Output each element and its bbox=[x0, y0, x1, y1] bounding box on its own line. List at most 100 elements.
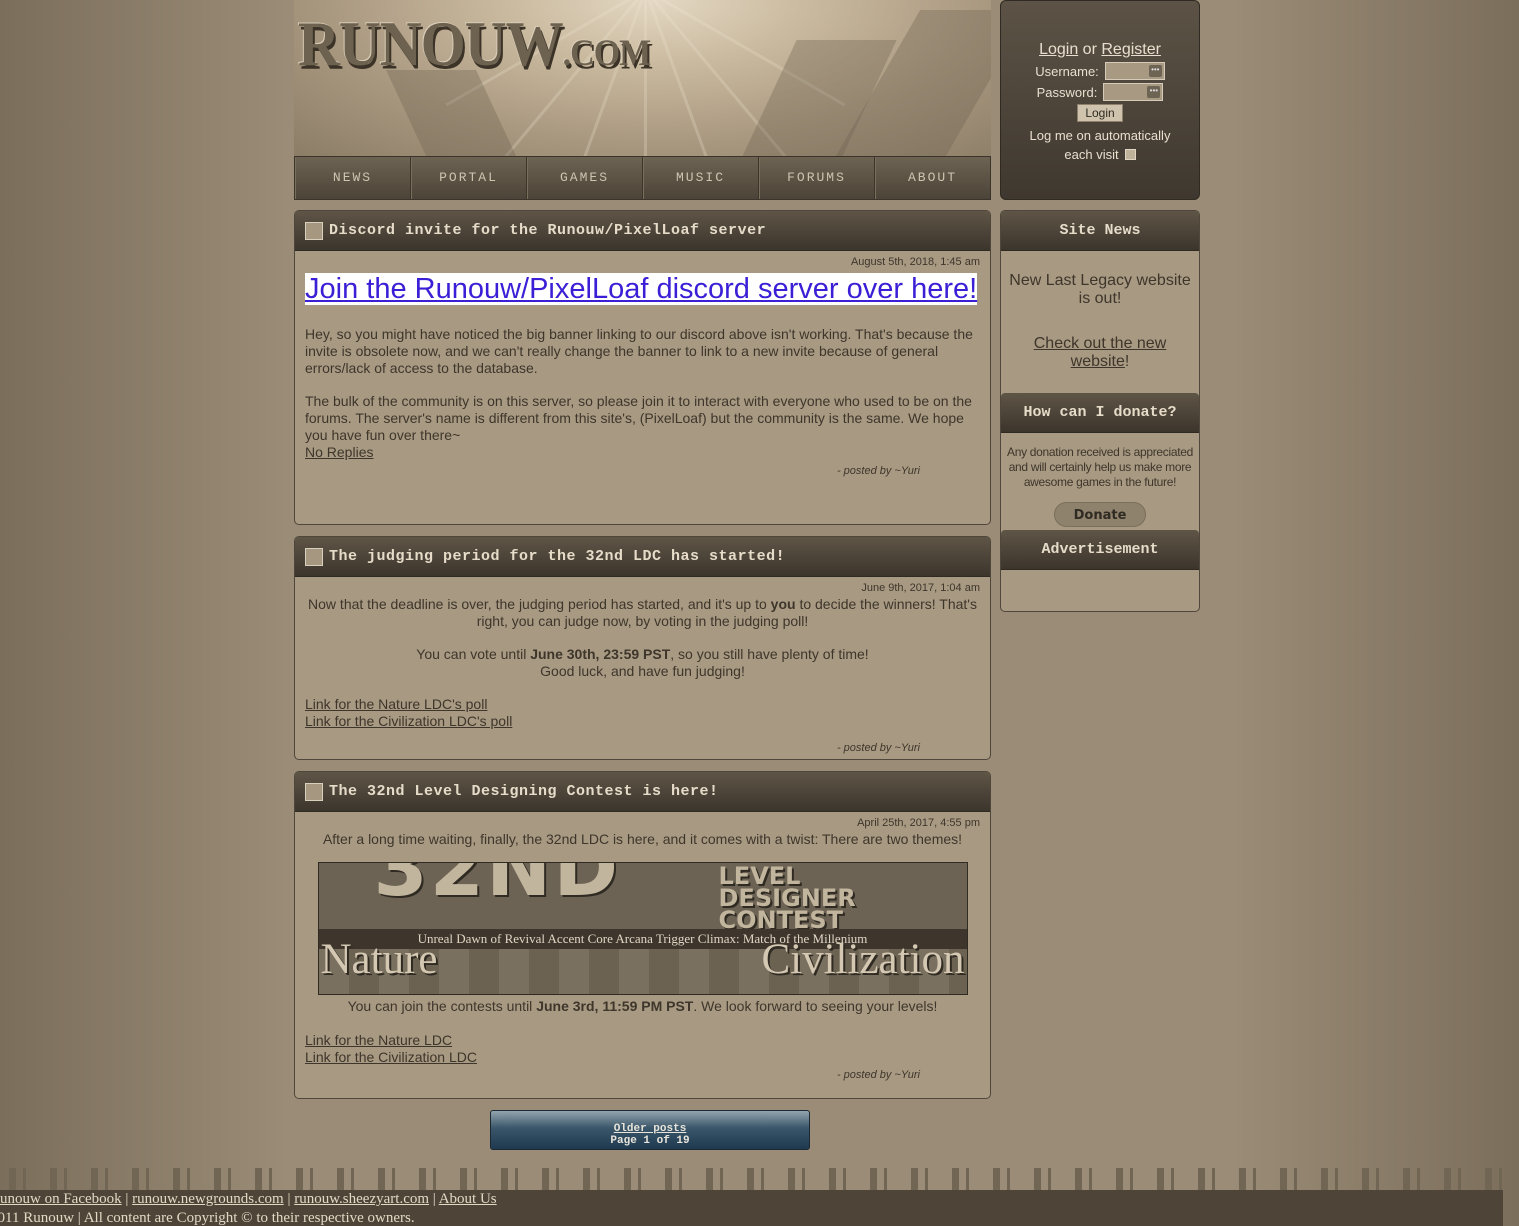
login-link[interactable]: Login bbox=[1039, 41, 1078, 58]
nav-news[interactable]: NEWS bbox=[295, 157, 411, 199]
login-button[interactable]: Login bbox=[1077, 104, 1123, 122]
banner-word: CONTEST bbox=[718, 906, 844, 934]
post-checkbox-icon bbox=[305, 547, 323, 566]
donate-header: How can I donate? bbox=[1001, 393, 1199, 433]
nature-ldc-link[interactable]: Link for the Nature LDC bbox=[305, 1032, 452, 1048]
auto-login-row: Log me on automatically each visit bbox=[1001, 126, 1199, 164]
site-logo[interactable]: RUNOUW.COM bbox=[298, 7, 652, 81]
post-paragraph: Hey, so you might have noticed the big b… bbox=[305, 326, 973, 376]
civilization-poll-link[interactable]: Link for the Civilization LDC's poll bbox=[305, 713, 512, 729]
older-posts-button[interactable]: Older posts Page 1 of 19 bbox=[490, 1110, 810, 1150]
post-date: April 25th, 2017, 4:55 pm bbox=[857, 817, 980, 829]
banner-nature-label: Nature bbox=[320, 936, 438, 983]
post-author: - posted by ~Yuri bbox=[836, 465, 920, 477]
post-header: The 32nd Level Designing Contest is here… bbox=[295, 772, 990, 812]
about-us-link[interactable]: About Us bbox=[439, 1191, 497, 1207]
site-news-link-row: Check out the new website! bbox=[1001, 335, 1199, 371]
username-field[interactable]: ••• bbox=[1104, 62, 1165, 80]
news-post: Discord invite for the Runouw/PixelLoaf … bbox=[294, 210, 991, 525]
post-title[interactable]: Discord invite for the Runouw/PixelLoaf … bbox=[329, 222, 766, 239]
post-body: Join the Runouw/PixelLoaf discord server… bbox=[295, 271, 990, 461]
main-nav: NEWS PORTAL GAMES MUSIC FORUMS ABOUT bbox=[294, 156, 991, 200]
login-title-row: Login or Register bbox=[1001, 41, 1199, 59]
banner-civilization-label: Civilization bbox=[761, 936, 965, 983]
separator: | bbox=[432, 1191, 436, 1207]
nav-portal[interactable]: PORTAL bbox=[411, 157, 527, 199]
page-indicator: Page 1 of 19 bbox=[610, 1135, 690, 1147]
donate-text: Any donation received is appreciated and… bbox=[1007, 445, 1193, 489]
post-checkbox-icon bbox=[305, 782, 323, 801]
username-label: Username: bbox=[1035, 63, 1099, 79]
civilization-ldc-link[interactable]: Link for the Civilization LDC bbox=[305, 1049, 477, 1065]
text-segment: You can vote until bbox=[416, 646, 531, 662]
nav-music[interactable]: MUSIC bbox=[643, 157, 759, 199]
post-paragraph: Good luck, and have fun judging! bbox=[540, 663, 745, 679]
nav-about[interactable]: ABOUT bbox=[875, 157, 990, 199]
text-segment: . We look forward to seeing your levels! bbox=[693, 998, 938, 1014]
post-author: - posted by ~Yuri bbox=[836, 1069, 920, 1081]
banner-words: LEVEL DESIGNER CONTEST bbox=[718, 864, 856, 934]
post-paragraph: The bulk of the community is on this ser… bbox=[305, 393, 972, 443]
discord-invite-link[interactable]: Join the Runouw/PixelLoaf discord server… bbox=[305, 273, 978, 305]
sidebar: Site News New Last Legacy website is out… bbox=[1000, 210, 1200, 612]
footer-copyright: 2011 Runouw | All content are Copyright … bbox=[0, 1210, 415, 1226]
text-segment: ! bbox=[1124, 353, 1130, 370]
post-date: August 5th, 2018, 1:45 am bbox=[850, 256, 980, 268]
login-panel: Login or Register Username: ••• Password… bbox=[1000, 0, 1200, 200]
post-paragraph: After a long time waiting, finally, the … bbox=[322, 831, 963, 847]
ldc-banner-image[interactable]: 32ND LEVEL DESIGNER CONTEST Unreal Dawn … bbox=[317, 862, 968, 995]
password-field[interactable]: ••• bbox=[1103, 83, 1164, 101]
text-segment: , so you still have plenty of time! bbox=[670, 646, 869, 662]
auto-login-text-2: each visit bbox=[1064, 147, 1119, 162]
newgrounds-link[interactable]: runouw.newgrounds.com bbox=[132, 1191, 284, 1207]
username-row: Username: ••• bbox=[1001, 62, 1199, 80]
password-label: Password: bbox=[1036, 84, 1098, 100]
register-link[interactable]: Register bbox=[1101, 41, 1161, 58]
post-paragraph: Now that the deadline is over, the judgi… bbox=[305, 596, 980, 630]
key-icon: ••• bbox=[1147, 86, 1161, 98]
nature-poll-link[interactable]: Link for the Nature LDC's poll bbox=[305, 696, 487, 712]
site-news-text: New Last Legacy website is out! bbox=[1009, 272, 1191, 307]
auto-login-checkbox[interactable] bbox=[1124, 149, 1136, 160]
bold-text: you bbox=[770, 596, 796, 612]
separator: | bbox=[125, 1191, 129, 1207]
skyline-decoration bbox=[0, 1158, 1503, 1192]
post-body: After a long time waiting, finally, the … bbox=[295, 831, 990, 1066]
footer-links: Runouw on Facebook | runouw.newgrounds.c… bbox=[0, 1190, 1503, 1209]
bold-text: June 30th, 23:59 PST bbox=[530, 646, 671, 662]
text-segment: Now that the deadline is over, the judgi… bbox=[308, 596, 771, 612]
logo-suffix: .COM bbox=[562, 33, 652, 74]
advertisement-header: Advertisement bbox=[1001, 530, 1199, 570]
replies-link[interactable]: No Replies bbox=[305, 444, 373, 460]
site-news-header: Site News bbox=[1001, 211, 1199, 251]
site-footer: Runouw on Facebook | runouw.newgrounds.c… bbox=[0, 1190, 1503, 1226]
post-paragraph: You can vote until June 30th, 23:59 PST,… bbox=[305, 646, 980, 663]
post-title[interactable]: The judging period for the 32nd LDC has … bbox=[329, 548, 785, 565]
nav-games[interactable]: GAMES bbox=[527, 157, 643, 199]
post-body: Now that the deadline is over, the judgi… bbox=[295, 596, 990, 730]
nav-forums[interactable]: FORUMS bbox=[759, 157, 875, 199]
text-segment: You can join the contests until bbox=[347, 998, 537, 1014]
auto-login-text-1: Log me on automatically bbox=[1029, 128, 1171, 143]
separator: | bbox=[287, 1191, 291, 1207]
news-post: The 32nd Level Designing Contest is here… bbox=[294, 771, 991, 1099]
post-header: Discord invite for the Runouw/PixelLoaf … bbox=[295, 211, 990, 251]
post-header: The judging period for the 32nd LDC has … bbox=[295, 537, 990, 577]
site-header: RUNOUW.COM bbox=[294, 0, 991, 156]
key-icon: ••• bbox=[1148, 65, 1162, 77]
post-title[interactable]: The 32nd Level Designing Contest is here… bbox=[329, 783, 719, 800]
site-news-link[interactable]: Check out the new website bbox=[1034, 335, 1167, 370]
news-post: The judging period for the 32nd LDC has … bbox=[294, 536, 991, 760]
logo-main: RUNOUW bbox=[298, 7, 564, 80]
post-date: June 9th, 2017, 1:04 am bbox=[861, 582, 980, 594]
facebook-link[interactable]: Runouw on Facebook bbox=[0, 1191, 122, 1207]
sheezyart-link[interactable]: runouw.sheezyart.com bbox=[294, 1191, 429, 1207]
post-paragraph: You can join the contests until June 3rd… bbox=[305, 998, 980, 1015]
donate-button[interactable]: Donate bbox=[1054, 502, 1146, 527]
older-posts-link[interactable]: Older posts bbox=[614, 1123, 687, 1135]
bold-text: June 3rd, 11:59 PM PST bbox=[536, 998, 694, 1014]
banner-number: 32ND bbox=[373, 862, 621, 914]
post-author: - posted by ~Yuri bbox=[836, 742, 920, 754]
login-or-text: or bbox=[1082, 41, 1097, 58]
post-checkbox-icon bbox=[305, 221, 323, 240]
